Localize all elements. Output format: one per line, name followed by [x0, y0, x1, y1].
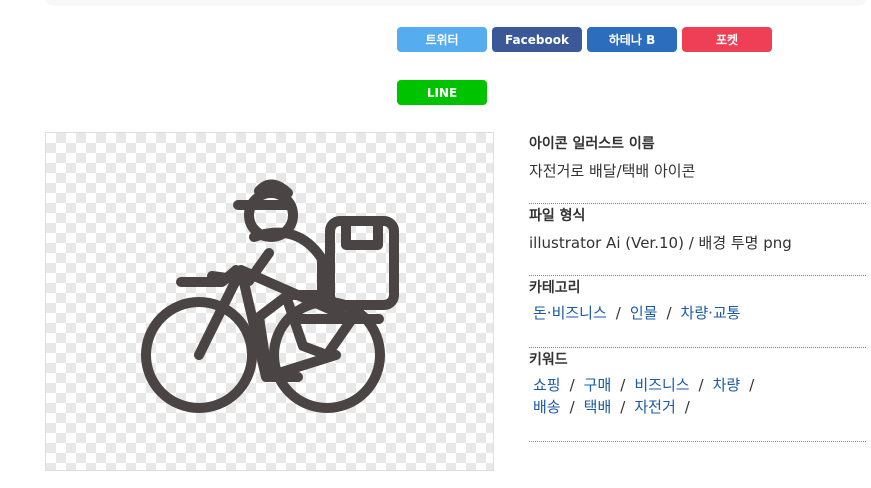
separator: / [620, 376, 626, 394]
top-card-edge [46, 0, 866, 4]
name-section: 아이콘 일러스트 이름 자전거로 배달/택배 아이콘 [529, 132, 866, 204]
keyword-list: 쇼핑 / 구매 / 비즈니스 / 차량 / [529, 374, 866, 396]
separator: / [615, 304, 621, 322]
keyword-link[interactable]: 배송 [533, 398, 561, 416]
separator: / [749, 376, 755, 394]
format-value: illustrator Ai (Ver.10) / 배경 투명 png [529, 234, 792, 252]
hatena-share-button[interactable]: 하테나 B [587, 27, 677, 52]
keyword-link[interactable]: 택배 [584, 398, 612, 416]
keyword-section: 키워드 쇼핑 / 구매 / 비즈니스 / 차량 / 배송 / 택배 / 자전거 / [529, 348, 866, 442]
keyword-link[interactable]: 비즈니스 [634, 376, 689, 394]
category-heading: 카테고리 [529, 280, 581, 296]
icon-info-panel: 아이콘 일러스트 이름 자전거로 배달/택배 아이콘 파일 형식 illustr… [529, 132, 866, 442]
separator: / [684, 398, 690, 416]
separator: / [569, 376, 575, 394]
facebook-share-button[interactable]: Facebook [492, 27, 582, 52]
format-section: 파일 형식 illustrator Ai (Ver.10) / 배경 투명 pn… [529, 204, 866, 276]
category-section: 카테고리 돈·비즈니스 / 인물 / 차량·교통 [529, 276, 866, 348]
separator: / [569, 398, 575, 416]
delivery-bicycle-icon [141, 179, 399, 413]
category-link[interactable]: 인물 [630, 304, 658, 322]
page: 트위터 Facebook 하테나 B 포켓 LINE 아이콘 일러스트 이름 자… [0, 0, 871, 488]
separator: / [620, 398, 626, 416]
keyword-link[interactable]: 차량 [713, 376, 741, 394]
category-list: 돈·비즈니스 / 인물 / 차량·교통 [529, 302, 866, 324]
category-link[interactable]: 돈·비즈니스 [533, 304, 607, 322]
icon-preview [45, 132, 494, 471]
pocket-share-button[interactable]: 포켓 [682, 27, 772, 52]
keyword-link[interactable]: 구매 [584, 376, 612, 394]
separator: / [698, 376, 704, 394]
category-link[interactable]: 차량·교통 [681, 304, 741, 322]
keyword-heading: 키워드 [529, 352, 568, 368]
keyword-list-2: 배송 / 택배 / 자전거 / [529, 396, 866, 418]
name-value: 자전거로 배달/택배 아이콘 [529, 162, 696, 180]
line-share-button[interactable]: LINE [397, 80, 487, 105]
name-heading: 아이콘 일러스트 이름 [529, 136, 655, 152]
keyword-link[interactable]: 자전거 [634, 398, 675, 416]
separator: / [666, 304, 672, 322]
keyword-link[interactable]: 쇼핑 [533, 376, 561, 394]
twitter-share-button[interactable]: 트위터 [397, 27, 487, 52]
format-heading: 파일 형식 [529, 208, 586, 224]
